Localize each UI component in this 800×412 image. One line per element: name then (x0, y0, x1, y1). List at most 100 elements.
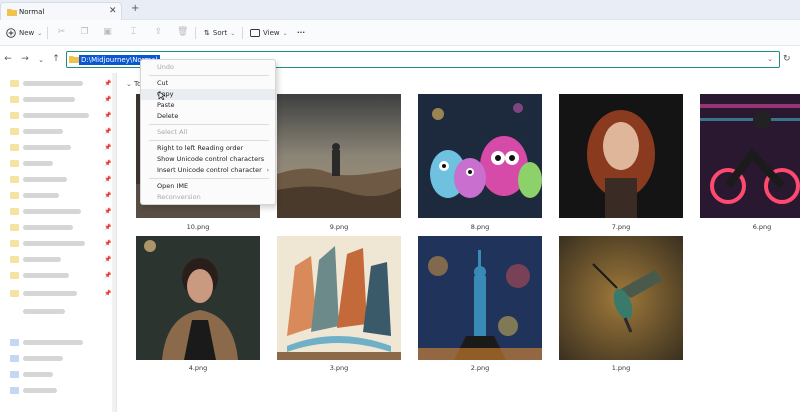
sidebar-item[interactable] (10, 158, 53, 168)
chevron-down-icon[interactable]: ⌄ (126, 80, 132, 88)
sort-label: Sort (212, 29, 228, 37)
divider (195, 27, 196, 39)
new-button[interactable]: New ⌄ (6, 26, 42, 40)
sidebar-item[interactable] (10, 254, 61, 264)
pin-icon: 📌 (104, 240, 112, 247)
file-name-9[interactable]: 9.png (277, 223, 401, 231)
menu-divider (149, 178, 269, 179)
menu-item-show-unicode[interactable]: Show Unicode control characters (141, 154, 275, 165)
pin-icon: 📌 (104, 96, 112, 103)
menu-item-paste[interactable]: Paste (141, 100, 275, 111)
sidebar-item[interactable] (10, 78, 83, 88)
menu-item-cut[interactable]: Cut (141, 78, 275, 89)
pin-icon: 📌 (104, 224, 112, 231)
file-name-1[interactable]: 1.png (559, 364, 683, 372)
thumbnail-7[interactable] (559, 94, 683, 218)
file-name-2[interactable]: 2.png (418, 364, 542, 372)
sidebar-scrollbar[interactable] (112, 73, 116, 412)
close-tab-icon[interactable]: ✕ (109, 6, 117, 16)
rename-icon[interactable]: ⌶ (128, 27, 139, 38)
tab-normal[interactable]: Normal ✕ (0, 2, 122, 20)
thumbnail-1[interactable] (559, 236, 683, 360)
sidebar-item[interactable] (10, 270, 69, 280)
folder-icon (7, 9, 17, 16)
sidebar-item[interactable] (10, 126, 63, 136)
thumbnail-4[interactable] (136, 236, 260, 360)
chevron-right-icon: › (266, 167, 269, 174)
more-options-button[interactable]: ··· (297, 26, 305, 40)
menu-item-reconversion[interactable]: Reconversion (141, 192, 275, 203)
sidebar-item[interactable] (10, 353, 63, 363)
sidebar-item[interactable] (10, 94, 75, 104)
new-label: New (19, 29, 35, 37)
file-name-7[interactable]: 7.png (559, 223, 683, 231)
file-name-3[interactable]: 3.png (277, 364, 401, 372)
sidebar-item[interactable] (10, 238, 85, 248)
delete-icon[interactable]: 🗑 (177, 27, 188, 38)
sidebar-item[interactable] (10, 306, 65, 316)
thumbnail-6[interactable] (700, 94, 800, 218)
chevron-down-icon: ⌄ (230, 29, 236, 37)
divider (242, 27, 243, 39)
menu-item-open-ime[interactable]: Open IME (141, 181, 275, 192)
menu-item-right-to-left[interactable]: Right to left Reading order (141, 143, 275, 154)
sidebar-item[interactable] (10, 337, 83, 347)
chevron-down-icon[interactable]: ⌄ (767, 55, 773, 63)
more-icon: ··· (297, 29, 305, 37)
sidebar-item[interactable] (10, 142, 71, 152)
share-icon[interactable]: ⇪ (153, 27, 164, 38)
file-name-10[interactable]: 10.png (136, 223, 260, 231)
navigation-pane: 📌 📌 📌 📌 📌 📌 📌 📌 📌 📌 📌 📌 📌 📌 (0, 73, 117, 412)
recent-locations-chevron-icon[interactable]: ⌄ (35, 56, 47, 64)
title-bar: Normal ✕ + (0, 0, 800, 20)
menu-item-delete[interactable]: Delete (141, 111, 275, 122)
forward-arrow-icon[interactable]: → (19, 54, 31, 64)
sort-icon: ⇅ (204, 29, 210, 37)
plus-circle-icon (6, 28, 16, 38)
thumbnail-3[interactable] (277, 236, 401, 360)
pin-icon: 📌 (104, 256, 112, 263)
file-name-8[interactable]: 8.png (418, 223, 542, 231)
sidebar-item[interactable] (10, 174, 67, 184)
sidebar-item[interactable] (10, 190, 59, 200)
menu-divider (149, 75, 269, 76)
thumbnail-8[interactable] (418, 94, 542, 218)
refresh-icon[interactable]: ↻ (783, 54, 791, 64)
thumbnail-2[interactable] (418, 236, 542, 360)
sidebar-item[interactable] (10, 222, 73, 232)
view-button[interactable]: View ⌄ (250, 26, 288, 40)
new-tab-icon[interactable]: + (131, 3, 139, 14)
cut-icon[interactable]: ✂ (56, 27, 67, 38)
sidebar-item[interactable] (10, 369, 53, 379)
pin-icon: 📌 (104, 160, 112, 167)
thumbnail-9[interactable] (277, 94, 401, 218)
pin-icon: 📌 (104, 272, 112, 279)
context-menu: Undo Cut Copy Paste Delete Select All Ri… (140, 59, 276, 205)
pin-icon: 📌 (104, 112, 112, 119)
menu-item-insert-unicode-label: Insert Unicode control character (157, 166, 262, 174)
divider (47, 27, 48, 39)
pin-icon: 📌 (104, 144, 112, 151)
menu-item-undo[interactable]: Undo (141, 62, 275, 73)
view-icon (250, 29, 260, 37)
command-bar: New ⌄ ✂ ❐ ▣ ⌶ ⇪ 🗑 ⇅ Sort ⌄ View ⌄ ··· (0, 20, 800, 46)
menu-item-select-all[interactable]: Select All (141, 127, 275, 138)
sidebar-item[interactable] (10, 206, 81, 216)
sidebar-item[interactable] (10, 288, 77, 298)
up-arrow-icon[interactable]: ↑ (50, 54, 62, 64)
copy-icon[interactable]: ❐ (79, 27, 90, 38)
sidebar-item[interactable] (10, 385, 57, 395)
paste-icon[interactable]: ▣ (102, 27, 113, 38)
file-name-4[interactable]: 4.png (136, 364, 260, 372)
chevron-down-icon: ⌄ (282, 29, 288, 37)
pin-icon: 📌 (104, 192, 112, 199)
pin-icon: 📌 (104, 128, 112, 135)
menu-divider (149, 124, 269, 125)
sidebar-item[interactable] (10, 110, 89, 120)
file-name-6[interactable]: 6.png (700, 223, 800, 231)
view-label: View (263, 29, 280, 37)
back-arrow-icon[interactable]: ← (2, 54, 14, 64)
pin-icon: 📌 (104, 176, 112, 183)
sort-button[interactable]: ⇅ Sort ⌄ (204, 26, 235, 40)
menu-item-insert-unicode[interactable]: Insert Unicode control character › (141, 165, 275, 176)
